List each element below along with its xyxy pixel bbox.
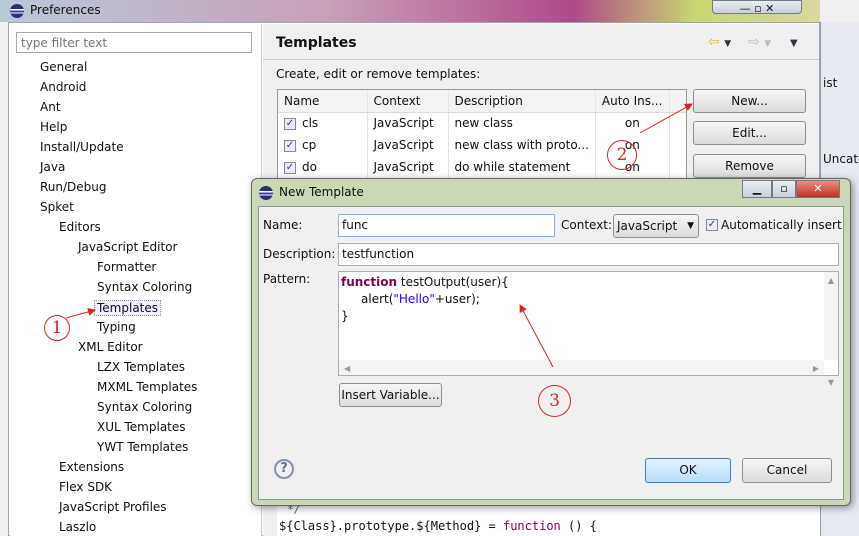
arrow-1 [65, 308, 96, 319]
annotation-arrows [65, 103, 693, 368]
annotation-3: 3 [538, 385, 571, 417]
annotation-1: 1 [44, 315, 70, 341]
annotation-2: 2 [607, 140, 637, 170]
arrow-3 [519, 304, 554, 368]
arrow-2 [639, 103, 693, 134]
